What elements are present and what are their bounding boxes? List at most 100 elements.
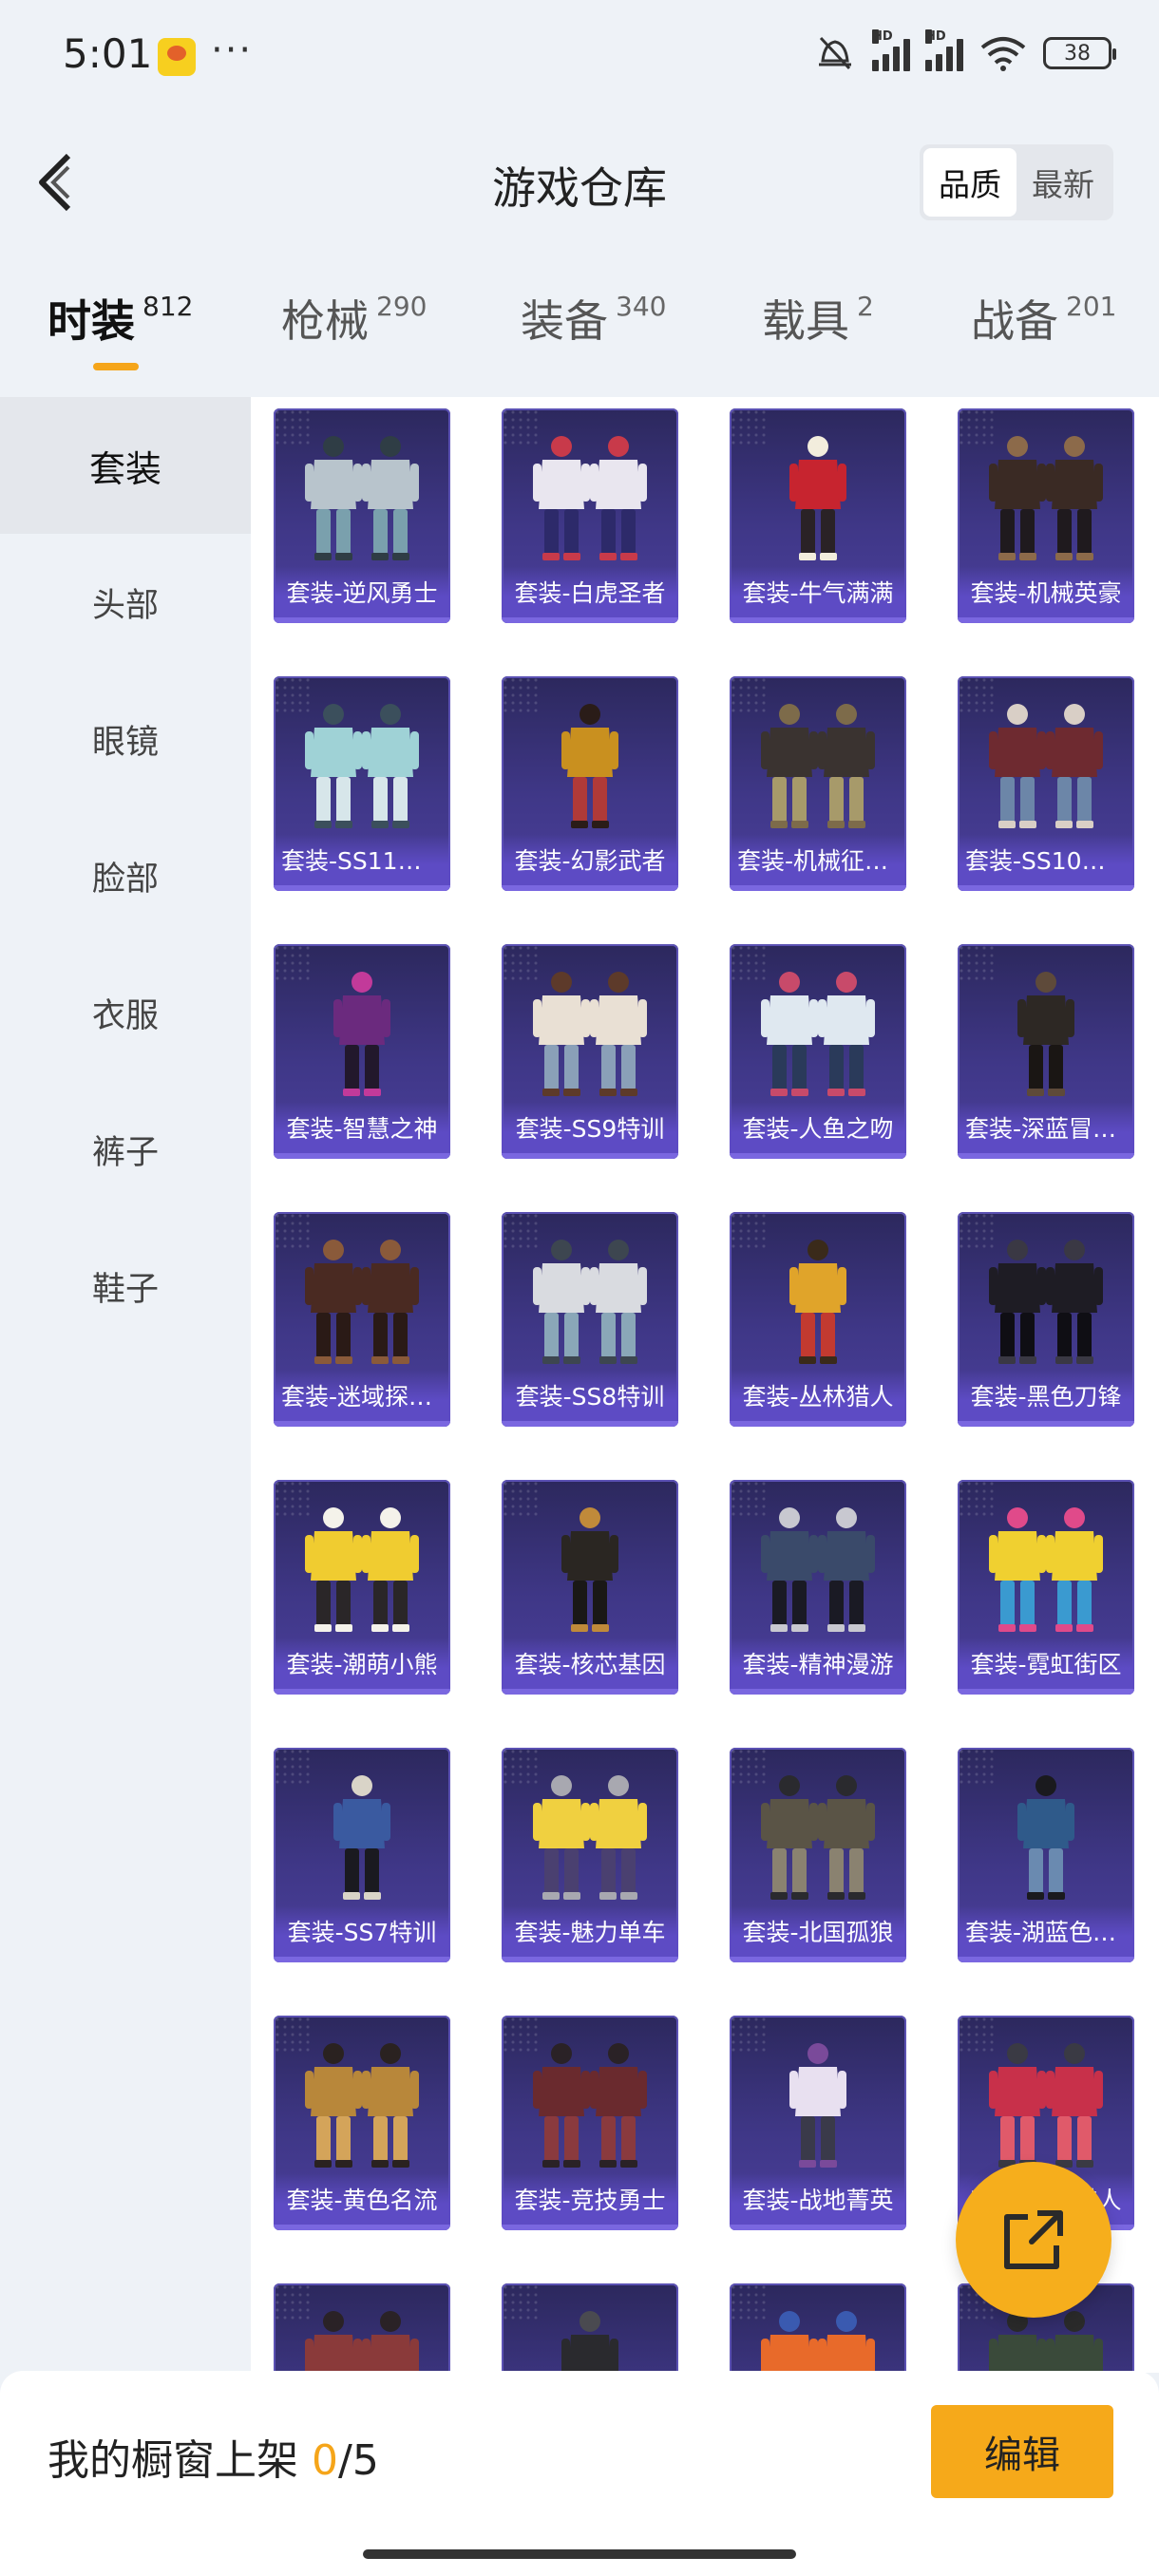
tab-equipment[interactable]: 装备 340 bbox=[521, 287, 666, 350]
showcase-separator: / bbox=[338, 2436, 352, 2485]
outfit-card[interactable] bbox=[274, 2283, 450, 2373]
outfit-thumbnail bbox=[533, 1240, 647, 1364]
tab-count: 812 bbox=[142, 291, 194, 322]
outfit-name: 套装-机械英豪 bbox=[970, 579, 1122, 607]
home-indicator[interactable] bbox=[363, 2549, 796, 2559]
outfit-card[interactable]: 套装-机械征服者 bbox=[730, 676, 906, 891]
side-item-face[interactable]: 脸部 bbox=[0, 807, 251, 944]
outfit-thumbnail bbox=[989, 704, 1103, 828]
outfit-card[interactable]: 套装-SS11特训 bbox=[274, 676, 450, 891]
outfit-card[interactable]: 套装-SS10特训 bbox=[958, 676, 1134, 891]
outfit-name: 套装-竞技勇士 bbox=[514, 2187, 666, 2214]
share-button[interactable] bbox=[956, 2162, 1112, 2318]
outfit-card-label: 套装-智慧之神 bbox=[274, 1102, 450, 1159]
outfit-card[interactable]: 套装-魅力单车 bbox=[502, 1748, 678, 1962]
outfit-card-label: 套装-黄色名流 bbox=[274, 2173, 450, 2230]
outfit-thumbnail bbox=[789, 1240, 846, 1364]
outfit-card-label: 套装-人鱼之吻 bbox=[730, 1102, 906, 1159]
outfit-name: 套装-潮萌小熊 bbox=[286, 1651, 438, 1678]
outfit-thumbnail bbox=[989, 2043, 1103, 2168]
outfit-card-label: 套装-SS8特训 bbox=[502, 1370, 678, 1427]
outfit-card[interactable]: 套装-SS9特训 bbox=[502, 944, 678, 1159]
outfit-thumbnail bbox=[989, 1507, 1103, 1632]
outfit-card[interactable]: 套装-潮萌小熊 bbox=[274, 1480, 450, 1695]
outfit-card[interactable]: 套装-黄色名流 bbox=[274, 2016, 450, 2230]
outfit-card[interactable]: 套装-霓虹街区 bbox=[958, 1480, 1134, 1695]
outfit-card[interactable] bbox=[502, 2283, 678, 2373]
tab-label: 时装 bbox=[48, 295, 135, 347]
tab-label: 枪械 bbox=[281, 295, 369, 347]
outfit-card[interactable]: 套装-SS8特训 bbox=[502, 1212, 678, 1427]
outfit-name: 套装-SS7特训 bbox=[287, 1919, 437, 1946]
tab-supplies[interactable]: 战备 201 bbox=[971, 287, 1116, 350]
outfit-name: 套装-战地菁英 bbox=[742, 2187, 894, 2214]
outfit-card[interactable]: 套装-牛气满满 bbox=[730, 408, 906, 623]
outfit-name: 套装-湖蓝色西装 bbox=[965, 1919, 1127, 1946]
tab-count: 2 bbox=[857, 291, 874, 322]
tab-fashion[interactable]: 时装 812 bbox=[48, 287, 193, 350]
side-item-glasses[interactable]: 眼镜 bbox=[0, 671, 251, 807]
outfit-name: 套装-白虎圣者 bbox=[514, 579, 666, 607]
outfit-card[interactable]: 套装-战地菁英 bbox=[730, 2016, 906, 2230]
outfit-thumbnail bbox=[989, 436, 1103, 560]
outfit-name: 套装-牛气满满 bbox=[742, 579, 894, 607]
outfit-card[interactable]: 套装-SS7特训 bbox=[274, 1748, 450, 1962]
side-menu: 套装 头部 眼镜 脸部 衣服 裤子 鞋子 bbox=[0, 397, 251, 2373]
outfit-name: 套装-魅力单车 bbox=[514, 1919, 666, 1946]
outfit-card[interactable]: 套装-核芯基因 bbox=[502, 1480, 678, 1695]
outfit-thumbnail bbox=[305, 2043, 419, 2168]
outfit-card[interactable]: 套装-迷域探险家 bbox=[274, 1212, 450, 1427]
sort-newest-button[interactable]: 最新 bbox=[1016, 148, 1110, 217]
edit-button[interactable]: 编辑 bbox=[931, 2405, 1113, 2498]
outfit-card[interactable]: 套装-深蓝冒险家 bbox=[958, 944, 1134, 1159]
outfit-card[interactable]: 套装-机械英豪 bbox=[958, 408, 1134, 623]
outfit-card-label: 套装-核芯基因 bbox=[502, 1638, 678, 1695]
outfit-card-label: 套装-SS10特训 bbox=[958, 834, 1134, 891]
outfit-thumbnail bbox=[561, 1507, 618, 1632]
outfit-card-label: 套装-深蓝冒险家 bbox=[958, 1102, 1134, 1159]
outfit-name: 套装-深蓝冒险家 bbox=[965, 1115, 1127, 1143]
outfit-card[interactable]: 套装-白虎圣者 bbox=[502, 408, 678, 623]
outfit-card[interactable]: 套装-人鱼之吻 bbox=[730, 944, 906, 1159]
outfit-name: 套装-霓虹街区 bbox=[970, 1651, 1122, 1678]
outfit-card[interactable] bbox=[730, 2283, 906, 2373]
outfit-name: 套装-智慧之神 bbox=[286, 1115, 438, 1143]
side-item-clothes[interactable]: 衣服 bbox=[0, 944, 251, 1081]
tab-count: 290 bbox=[376, 291, 428, 322]
outfit-card[interactable]: 套装-逆风勇士 bbox=[274, 408, 450, 623]
outfit-card-label: 套装-霓虹街区 bbox=[958, 1638, 1134, 1695]
side-item-outfit[interactable]: 套装 bbox=[0, 397, 251, 534]
side-item-head[interactable]: 头部 bbox=[0, 534, 251, 671]
outfit-thumbnail bbox=[761, 2311, 875, 2373]
tab-weapons[interactable]: 枪械 290 bbox=[281, 287, 427, 350]
tab-vehicles[interactable]: 载具 2 bbox=[762, 287, 874, 350]
sort-quality-button[interactable]: 品质 bbox=[923, 148, 1016, 217]
outfit-thumbnail bbox=[305, 2311, 419, 2373]
outfit-thumbnail bbox=[305, 704, 419, 828]
outfit-card[interactable]: 套装-丛林猎人 bbox=[730, 1212, 906, 1427]
tab-label: 战备 bbox=[971, 295, 1058, 347]
side-item-shoes[interactable]: 鞋子 bbox=[0, 1218, 251, 1354]
outfit-card[interactable]: 套装-精神漫游 bbox=[730, 1480, 906, 1695]
outfit-card[interactable]: 套装-智慧之神 bbox=[274, 944, 450, 1159]
tab-label: 载具 bbox=[762, 295, 849, 347]
outfit-name: 套装-人鱼之吻 bbox=[742, 1115, 894, 1143]
outfit-card[interactable]: 套装-湖蓝色西装 bbox=[958, 1748, 1134, 1962]
outfit-card-label: 套装-魅力单车 bbox=[502, 1905, 678, 1962]
showcase-status: 我的橱窗上架 0 / 5 bbox=[48, 2426, 379, 2487]
outfit-thumbnail bbox=[561, 704, 618, 828]
outfit-name: 套装-机械征服者 bbox=[737, 847, 899, 875]
outfit-card-label: 套装-精神漫游 bbox=[730, 1638, 906, 1695]
side-item-pants[interactable]: 裤子 bbox=[0, 1081, 251, 1218]
outfit-card[interactable]: 套装-幻影武者 bbox=[502, 676, 678, 891]
category-tabs: 时装 812 枪械 290 装备 340 载具 2 战备 201 bbox=[0, 275, 1159, 389]
item-grid-container: 套装-逆风勇士 套装-白虎圣者 套装-牛气满满 套装-机械英豪 套装-SS11特训 套装-… bbox=[251, 397, 1159, 2373]
outfit-card[interactable]: 套装-黑色刀锋 bbox=[958, 1212, 1134, 1427]
outfit-name: 套装-黄色名流 bbox=[286, 2187, 438, 2214]
outfit-thumbnail bbox=[305, 1507, 419, 1632]
outfit-name: 套装-丛林猎人 bbox=[742, 1383, 894, 1411]
outfit-card[interactable]: 套装-竞技勇士 bbox=[502, 2016, 678, 2230]
app-notification-icon bbox=[158, 38, 196, 76]
outfit-card[interactable]: 套装-北国孤狼 bbox=[730, 1748, 906, 1962]
outfit-name: 套装-精神漫游 bbox=[742, 1651, 894, 1678]
